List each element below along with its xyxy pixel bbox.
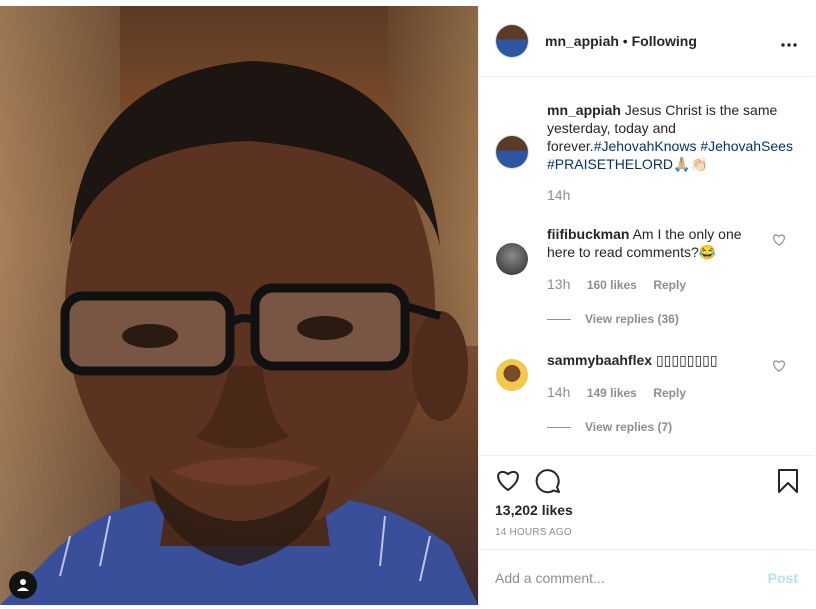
comment-avatar[interactable] (496, 359, 528, 391)
comment-time[interactable]: 14h (547, 384, 570, 400)
hashtag-link[interactable]: #JehovahSees (700, 138, 793, 154)
comment-likes[interactable]: 160 likes (587, 278, 637, 292)
comment-body: sammybaahflex ▯▯▯▯▯▯▯▯ (547, 351, 757, 369)
post-side-panel: mn_appiah • Following mn_appiah Jesus Ch… (478, 6, 814, 605)
comment-input[interactable]: Add a comment... (495, 570, 605, 586)
view-replies-line (547, 427, 571, 429)
more-options-icon (781, 43, 797, 47)
comment-actions: 13h 160 likes Reply (547, 276, 686, 294)
hashtag-link[interactable]: #PRAISETHELORD (547, 156, 673, 172)
header-username[interactable]: mn_appiah (545, 33, 619, 49)
comment-like-icon[interactable] (772, 359, 786, 373)
caption-emoji: 🙏🏼👏🏻 (673, 156, 708, 172)
composer-divider (479, 549, 814, 550)
comment-button[interactable] (535, 468, 561, 497)
caption-time[interactable]: 14h (547, 187, 570, 203)
heart-icon (497, 471, 519, 492)
comment-icon (535, 469, 560, 494)
caption: mn_appiah Jesus Christ is the same yeste… (547, 101, 797, 173)
portrait-illustration (0, 61, 478, 605)
header-user-line: mn_appiah • Following (545, 33, 697, 49)
tagged-users-button[interactable] (9, 571, 37, 599)
user-icon (17, 579, 29, 591)
like-button[interactable] (495, 468, 521, 495)
avatar[interactable] (496, 25, 528, 57)
view-replies-label: View replies (36) (585, 312, 679, 326)
comment-actions: 14h 149 likes Reply (547, 384, 686, 402)
post-date[interactable]: 14 HOURS AGO (495, 527, 572, 538)
post-comment-button[interactable]: Post (768, 570, 798, 586)
comment-like-icon[interactable] (772, 233, 786, 247)
caption-username[interactable]: mn_appiah (547, 102, 621, 118)
save-button[interactable] (777, 468, 799, 497)
post-header: mn_appiah • Following (479, 6, 814, 77)
post-image[interactable] (0, 6, 478, 605)
separator: • (622, 33, 628, 49)
comment-avatar[interactable] (496, 243, 528, 275)
like-count[interactable]: 13,202 likes (495, 502, 573, 518)
view-replies-button[interactable]: View replies (7) (547, 420, 672, 434)
section-divider (479, 455, 814, 456)
comment-username[interactable]: fiifibuckman (547, 226, 629, 242)
reply-button[interactable]: Reply (653, 386, 686, 400)
comment-time[interactable]: 13h (547, 276, 570, 292)
bookmark-icon (778, 469, 798, 493)
comment-body: fiifibuckman Am I the only one here to r… (547, 225, 757, 261)
comment-text: ▯▯▯▯▯▯▯▯ (655, 352, 718, 368)
reply-button[interactable]: Reply (653, 278, 686, 292)
comment-username[interactable]: sammybaahflex (547, 352, 652, 368)
view-replies-line (547, 319, 571, 321)
caption-avatar[interactable] (496, 136, 528, 168)
view-replies-button[interactable]: View replies (36) (547, 312, 679, 326)
view-replies-label: View replies (7) (585, 420, 673, 434)
follow-status[interactable]: Following (632, 33, 697, 49)
more-options-button[interactable] (781, 36, 797, 51)
hashtag-link[interactable]: #JehovahKnows (594, 138, 697, 154)
comment-likes[interactable]: 149 likes (587, 386, 637, 400)
